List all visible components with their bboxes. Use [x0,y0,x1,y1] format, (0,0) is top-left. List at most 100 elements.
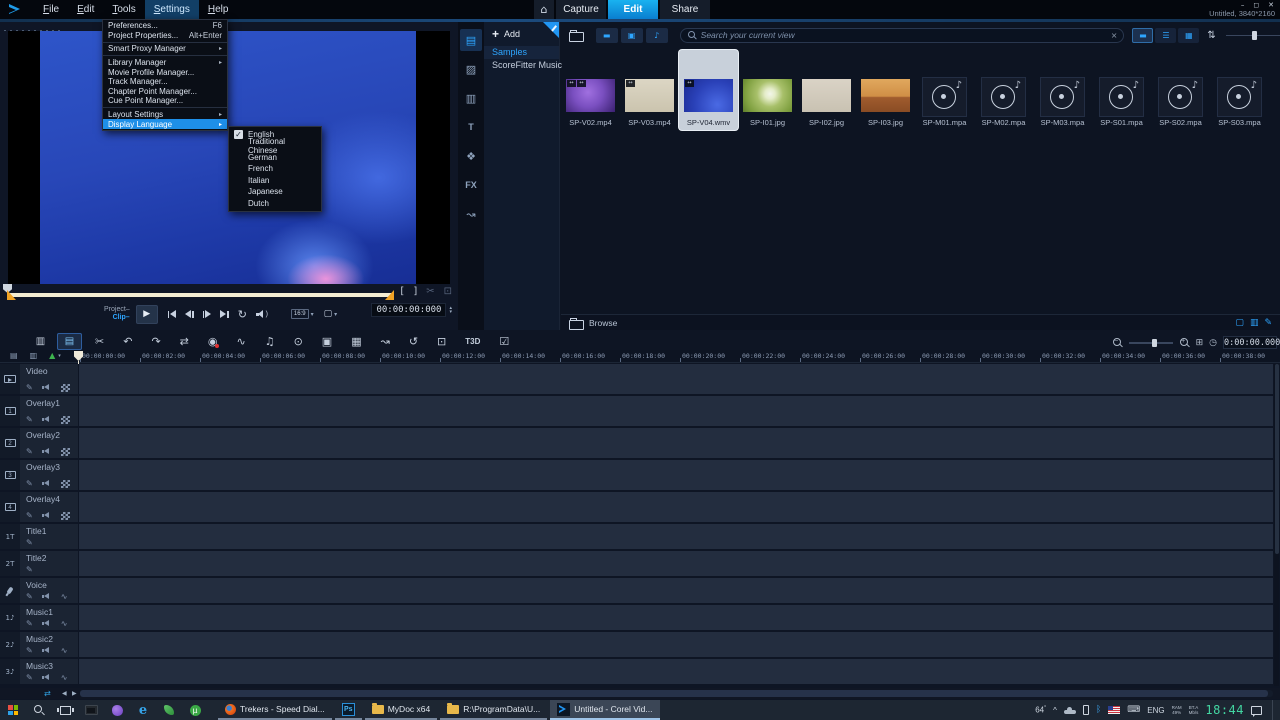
scrollbar-thumb[interactable] [80,690,1268,697]
edit-track-icon[interactable]: ✎ [26,383,33,392]
mute-track-icon[interactable] [42,384,52,392]
us-flag-icon[interactable] [1108,706,1120,714]
filter-photos-button[interactable]: ▣ [621,28,643,43]
taskbar-window-r-programdata-u[interactable]: R:\ProgramData\U... [440,700,547,720]
menu-item-track-manager[interactable]: Track Manager... [103,77,227,87]
motion-tracking-button[interactable]: ↝ [381,333,390,350]
timeline-ruler[interactable]: ▤▥▲▾ 00:00:00:0000:00:02:0000:00:04:0000… [0,350,1280,363]
edit-track-icon[interactable]: ✎ [26,619,33,628]
edit-track-icon[interactable]: ✎ [26,565,33,574]
media-item-sp-s01-mpa[interactable]: ♪SP-S01.mpa [1092,50,1151,130]
auto-music-button[interactable]: ♫ [265,333,275,350]
timecode-spinner[interactable]: ▴▾ [449,306,452,314]
taskbar-clock[interactable]: 18:44 [1205,703,1244,717]
minimize-button[interactable]: – [1241,1,1245,9]
library-category-motion-path[interactable]: ↝ [460,203,482,225]
quick-edit-button[interactable]: ✎ [1264,318,1272,328]
track-header-title2[interactable]: 2TTitle2✎ [0,551,78,576]
edit-track-icon[interactable]: ✎ [26,646,33,655]
media-item-sp-m02-mpa[interactable]: ♪SP-M02.mpa [974,50,1033,130]
edit-track-icon[interactable]: ✎ [26,592,33,601]
mute-track-icon[interactable] [42,647,52,655]
language-option-japanese[interactable]: Japanese [229,186,321,197]
notification-center-icon[interactable] [1251,706,1262,715]
browse-label[interactable]: Browse [589,318,617,328]
clip-mode-toggle[interactable]: Clip– [104,314,130,322]
taskbar-window-mydoc-x64[interactable]: MyDoc x64 [365,700,438,720]
track-header-music2[interactable]: 2♪Music2✎∿ [0,632,78,657]
menu-tools[interactable]: Tools [103,0,144,19]
tray-expand-chevron[interactable]: ^ [1053,706,1057,715]
show-options-panel-button[interactable]: ▥ [1250,318,1259,328]
library-category-transition[interactable]: ▥ [460,87,482,109]
track-header-overlay4[interactable]: 4Overlay4✎ [0,492,78,522]
language-option-french[interactable]: French [229,163,321,174]
next-frame-button[interactable] [203,308,212,320]
track-header-overlay1[interactable]: 1Overlay1✎ [0,396,78,426]
go-to-start-button[interactable] [168,308,177,320]
menu-settings[interactable]: Settings [145,0,199,19]
taskbar-window-photoshop[interactable]: Ps [335,700,362,720]
search-input[interactable] [697,30,1111,40]
menu-item-chapter-point-manager[interactable]: Chapter Point Manager... [103,87,227,97]
track-header-overlay3[interactable]: 3Overlay3✎ [0,460,78,490]
close-button[interactable]: ✕ [1268,1,1274,9]
search-button[interactable] [26,700,52,720]
track-header-title1[interactable]: 1TTitle1✎ [0,524,78,549]
split-screen-template-button[interactable]: ▦ [351,333,361,350]
track-lane-music2[interactable] [79,632,1273,657]
waveform-icon[interactable]: ∿ [61,646,68,655]
waveform-icon[interactable]: ∿ [61,673,68,682]
mark-in-button[interactable]: [ [400,286,404,297]
editing-tools-button[interactable]: ✂ [95,333,104,350]
menu-item-display-language[interactable]: Display Language▸ [103,119,227,129]
language-option-traditional-chinese[interactable]: Traditional Chinese [229,140,321,151]
track-transparency-icon[interactable] [61,512,70,520]
view-list-button[interactable]: ☰ [1155,28,1176,43]
preview-timecode[interactable]: 00:00:00:000 [371,303,446,317]
zoom-in-icon[interactable]: + [1179,337,1190,348]
go-to-end-button[interactable] [220,308,229,320]
undo-button[interactable]: ↶ [123,333,132,350]
search-box[interactable]: × [680,28,1125,43]
edit-track-icon[interactable]: ✎ [26,479,33,488]
volume-button[interactable]: ) [256,310,269,319]
library-folder-scorefitter-music[interactable]: ScoreFitter Music [484,59,559,72]
3d-title-editor-button[interactable]: T3D [465,333,480,350]
trim-bar[interactable] [8,293,393,297]
aspect-ratio-button[interactable]: 16:9 [291,309,314,319]
mark-out-button[interactable]: ] [413,286,417,297]
media-item-sp-i02-jpg[interactable]: SP-I02.jpg [797,50,856,130]
mute-track-icon[interactable] [42,448,52,456]
menu-item-cue-point-manager[interactable]: Cue Point Manager... [103,96,227,106]
library-folder-samples[interactable]: Samples [484,46,559,59]
track-transparency-icon[interactable] [61,416,70,424]
media-item-sp-s03-mpa[interactable]: ♪SP-S03.mpa [1210,50,1269,130]
touch-keyboard-icon[interactable]: ⌨ [1127,705,1140,715]
torrent-button[interactable]: µ [182,700,208,720]
track-lane-overlay2[interactable] [79,428,1273,458]
menu-item-smart-proxy-manager[interactable]: Smart Proxy Manager▸ [103,44,227,54]
view-thumbnail-button[interactable]: ▬ [1132,28,1153,43]
filter-videos-button[interactable]: ▬ [596,28,618,43]
restore-button[interactable]: ◻ [1253,1,1259,9]
track-header-music3[interactable]: 3♪Music3✎∿ [0,659,78,684]
loop-playback-button[interactable]: ↺ [409,333,418,350]
pan-zoom-button[interactable]: ⊙ [294,333,303,350]
trim-clip-button[interactable]: ⇄ [180,333,189,350]
library-category-overlay-graphics[interactable]: ❖ [460,145,482,167]
language-option-italian[interactable]: Italian [229,175,321,186]
track-lane-title1[interactable] [79,524,1273,549]
track-lane-music1[interactable] [79,605,1273,630]
library-category-media[interactable]: ▤ [460,29,482,51]
library-category-title[interactable]: T [460,116,482,138]
notes-button[interactable] [156,700,182,720]
play-button[interactable] [136,305,158,324]
menu-edit[interactable]: Edit [68,0,103,19]
track-transparency-icon[interactable] [61,384,70,392]
track-lane-video[interactable] [79,364,1273,394]
track-transparency-icon[interactable] [61,480,70,488]
track-lane-overlay1[interactable] [79,396,1273,426]
phone-icon[interactable] [1083,705,1089,715]
sound-mixer-button[interactable]: ∿ [236,333,245,350]
